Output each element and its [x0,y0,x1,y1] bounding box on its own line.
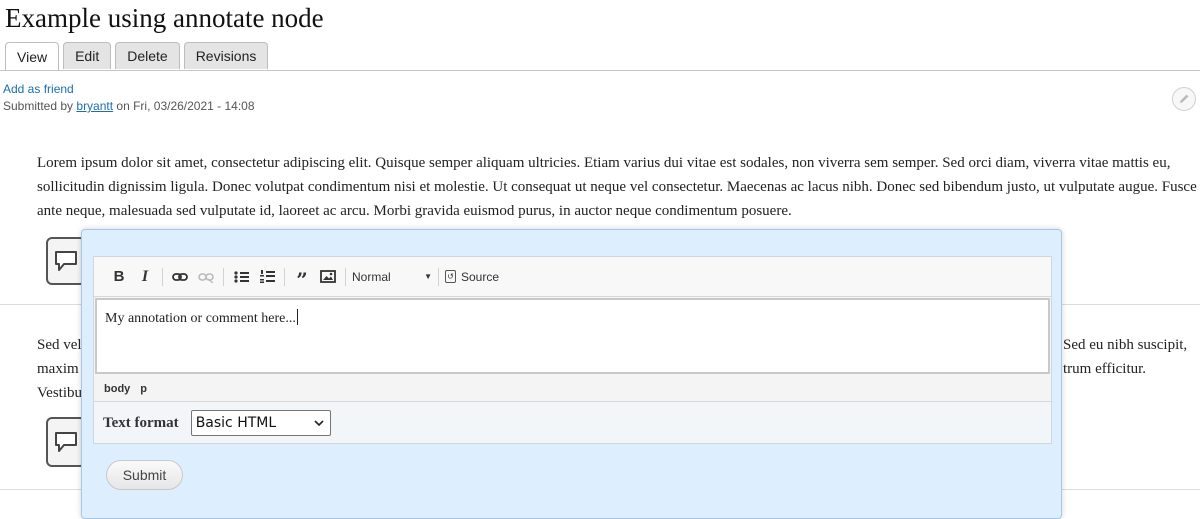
author-link[interactable]: bryantt [76,99,113,113]
text-line: Sed vel [37,337,81,353]
submit-button[interactable]: Submit [106,460,183,490]
italic-button[interactable]: I [134,266,156,288]
source-button[interactable]: ↺ Source [445,270,499,284]
tab-revisions[interactable]: Revisions [183,42,269,69]
numbered-list-icon [259,270,275,283]
edit-pencil-button[interactable] [1172,87,1196,111]
element-path-bar: body p [94,376,1051,402]
toolbar-separator [284,267,285,286]
toolbar-separator [345,267,346,286]
chevron-down-icon [314,420,324,426]
body-paragraph-left-fragment: Sed vel maxim Vestibu [37,333,81,405]
tab-view[interactable]: View [5,42,60,71]
body-paragraph-right-fragment: Sed eu nibh suscipit, trum efficitur. [1063,333,1200,381]
chevron-down-icon: ▼ [424,272,432,281]
comment-bubble-icon [55,251,77,271]
comment-bubble-icon [55,432,77,452]
submitted-prefix: Submitted by [3,99,74,113]
pencil-icon [1180,94,1189,103]
blockquote-button[interactable]: ” [291,266,313,292]
toolbar-separator [162,267,163,286]
numbered-list-button[interactable] [256,266,278,288]
tabs-divider [0,70,1200,71]
annotation-popup: B I ” Normal ▼ ↺ Source My annotation or… [81,229,1062,519]
page-title: Example using annotate node [5,3,324,33]
annotation-body-text: My annotation or comment here... [105,311,296,326]
unlink-button[interactable] [195,266,217,288]
blockquote-icon: ” [296,267,308,292]
path-item-body[interactable]: body [104,383,130,395]
submitted-by-line: Submitted by bryantt on Fri, 03/26/2021 … [3,99,255,113]
text-format-label: Text format [103,414,179,431]
image-icon [320,270,336,283]
source-label: Source [461,269,500,284]
text-format-value: Basic HTML [195,415,277,431]
rich-text-editor: B I ” Normal ▼ ↺ Source My annotation or… [93,256,1052,444]
link-icon [172,272,188,281]
bulleted-list-icon [233,270,249,283]
add-as-friend-link[interactable]: Add as friend [3,82,74,96]
link-button[interactable] [169,266,191,288]
submitted-date: on Fri, 03/26/2021 - 14:08 [116,99,255,113]
node-tabs: View Edit Delete Revisions [5,42,272,71]
bulleted-list-button[interactable] [230,266,252,288]
toolbar-separator [438,267,439,286]
text-line: trum efficitur. [1063,361,1147,377]
text-caret [296,309,298,325]
annotate-button[interactable] [46,417,86,467]
text-line: Sed eu nibh suscipit, [1063,337,1188,353]
unlink-icon [198,272,214,283]
bold-icon: B [113,268,125,285]
source-icon: ↺ [445,270,456,283]
bold-button[interactable]: B [108,266,130,288]
text-line: Vestibu [37,385,81,401]
annotation-body-input[interactable]: My annotation or comment here... [95,298,1050,374]
editor-toolbar: B I ” Normal ▼ ↺ Source [94,257,1051,297]
annotate-button[interactable] [46,237,86,285]
body-paragraph: Lorem ipsum dolor sit amet, consectetur … [37,155,1197,219]
tab-delete[interactable]: Delete [115,42,180,69]
image-button[interactable] [317,266,339,288]
path-item-p[interactable]: p [140,383,147,395]
text-line: maxim [37,361,79,377]
text-format-select[interactable]: Basic HTML [190,410,331,436]
text-format-row: Text format Basic HTML [94,403,1051,443]
paragraph-format-dropdown[interactable]: Normal ▼ [352,270,432,284]
toolbar-separator [223,267,224,286]
tab-edit[interactable]: Edit [63,42,112,69]
italic-icon: I [141,267,149,285]
paragraph-format-value: Normal [352,269,391,284]
